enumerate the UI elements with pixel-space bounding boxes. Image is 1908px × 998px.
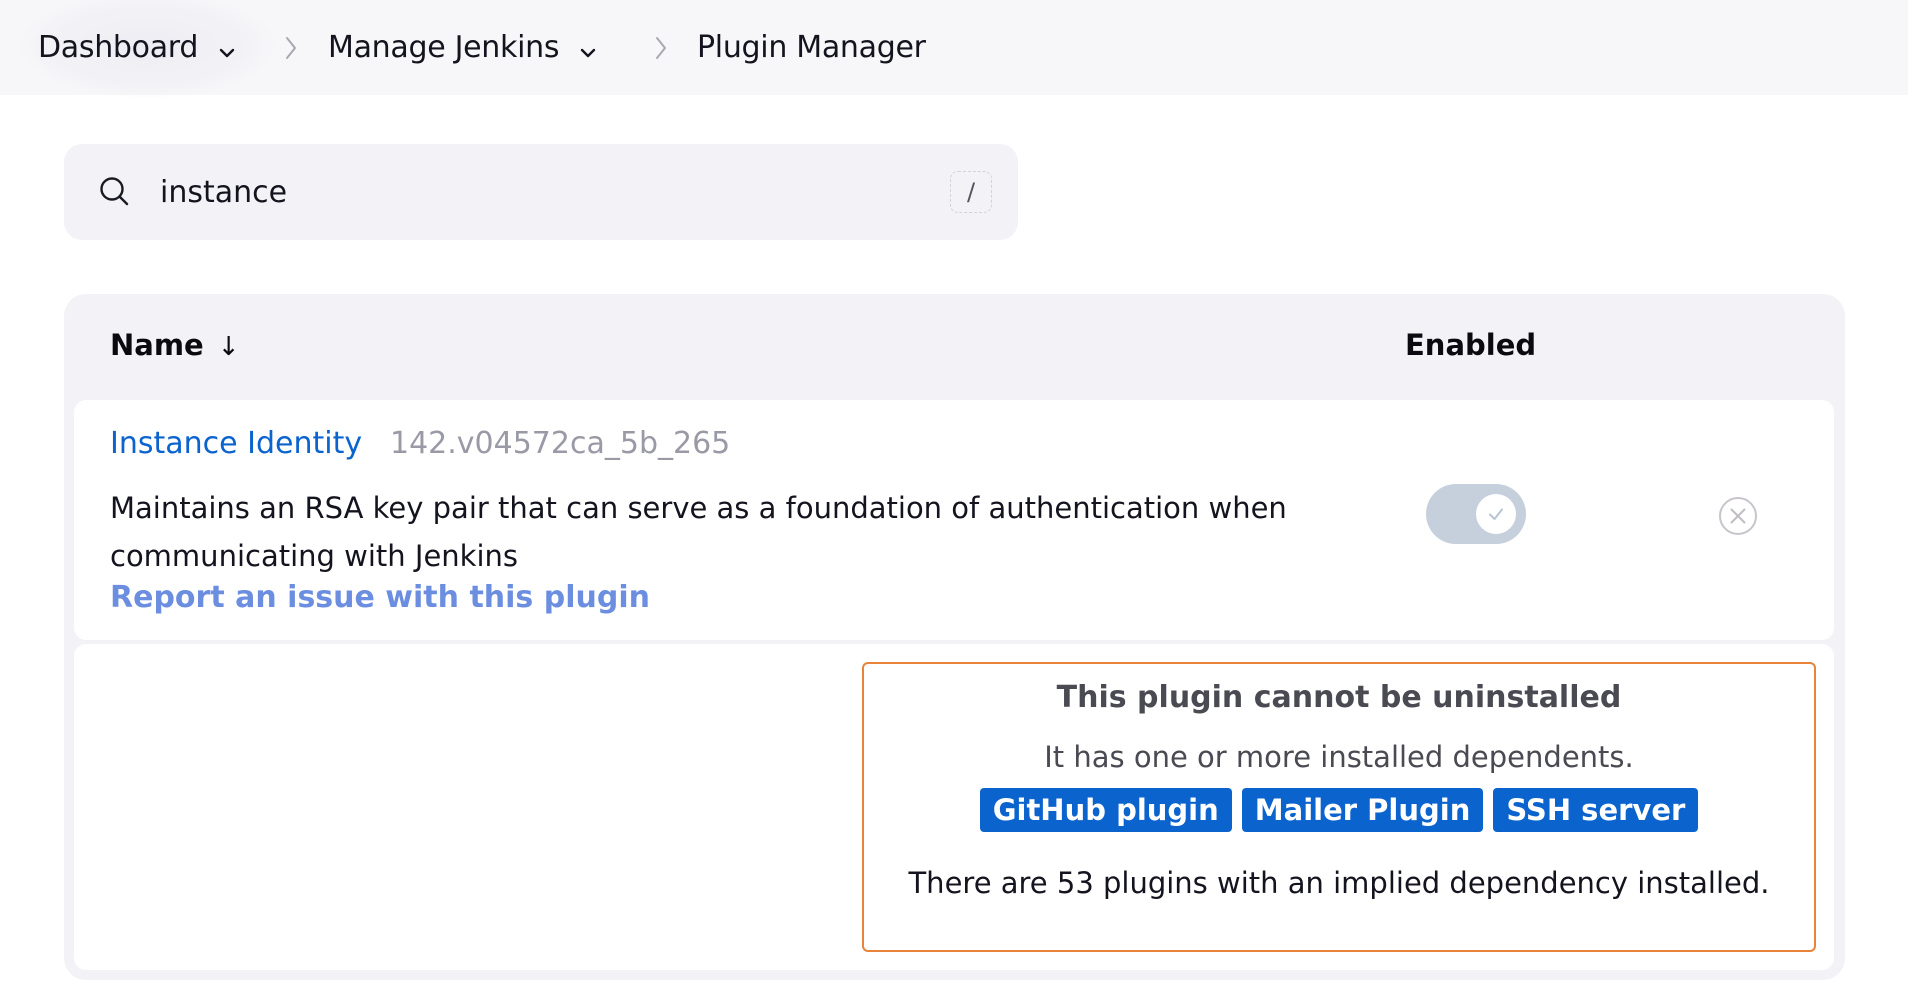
breadcrumb-item-plugin-manager[interactable]: Plugin Manager <box>697 0 926 95</box>
dependent-link-ssh-server[interactable]: SSH server <box>1493 788 1699 832</box>
enabled-toggle[interactable] <box>1426 484 1526 544</box>
implied-dependency-text: There are 53 plugins with an implied dep… <box>908 866 1770 900</box>
plugin-description: Maintains an RSA key pair that can serve… <box>110 491 1287 573</box>
uninstall-blocked-notice: This plugin cannot be uninstalled It has… <box>862 662 1816 952</box>
breadcrumb-label[interactable]: Manage Jenkins <box>328 30 559 65</box>
search-input[interactable] <box>160 164 940 220</box>
dependent-link-mailer-plugin[interactable]: Mailer Plugin <box>1241 788 1484 832</box>
chevron-right-icon <box>284 34 298 62</box>
report-issue-link[interactable]: Report an issue with this plugin <box>110 580 650 615</box>
breadcrumb-label[interactable]: Plugin Manager <box>697 30 926 65</box>
chevron-right-icon <box>654 34 668 62</box>
breadcrumb-item-manage-jenkins[interactable]: Manage Jenkins <box>328 0 599 95</box>
dependency-row: This plugin cannot be uninstalled It has… <box>74 644 1834 970</box>
plugin-search-box[interactable]: / <box>64 144 1018 240</box>
table-row: Instance Identity 142.v04572ca_5b_265 Ma… <box>74 400 1834 640</box>
installed-plugins-table: Name ↓ Enabled Instance Identity 142.v045… <box>64 294 1845 980</box>
check-icon <box>1489 508 1503 520</box>
plugin-version: 142.v04572ca_5b_265 <box>390 426 731 461</box>
breadcrumb-label[interactable]: Dashboard <box>38 30 198 65</box>
plugin-name-link[interactable]: Instance Identity <box>110 426 362 461</box>
keyboard-shortcut-hint: / <box>950 171 992 213</box>
breadcrumb-item-dashboard[interactable]: Dashboard <box>38 0 238 95</box>
search-icon <box>98 175 132 209</box>
column-header-enabled[interactable]: Enabled <box>1405 328 1536 362</box>
dependents-list: GitHub plugin Mailer Plugin SSH server <box>864 788 1814 832</box>
x-circle-icon[interactable] <box>1718 496 1758 536</box>
column-header-name[interactable]: Name ↓ <box>110 328 240 362</box>
notice-subtitle: It has one or more installed dependents. <box>1044 740 1634 774</box>
notice-title: This plugin cannot be uninstalled <box>1056 680 1622 715</box>
dependent-link-github-plugin[interactable]: GitHub plugin <box>979 788 1232 832</box>
column-header-label[interactable]: Name <box>110 328 204 362</box>
toggle-knob <box>1476 494 1516 534</box>
breadcrumb-bar: Dashboard Manage Jenkins Plugin Manager <box>0 0 1908 98</box>
chevron-down-icon[interactable] <box>216 37 238 59</box>
sort-descending-icon[interactable]: ↓ <box>218 332 240 362</box>
chevron-down-icon[interactable] <box>577 37 599 59</box>
